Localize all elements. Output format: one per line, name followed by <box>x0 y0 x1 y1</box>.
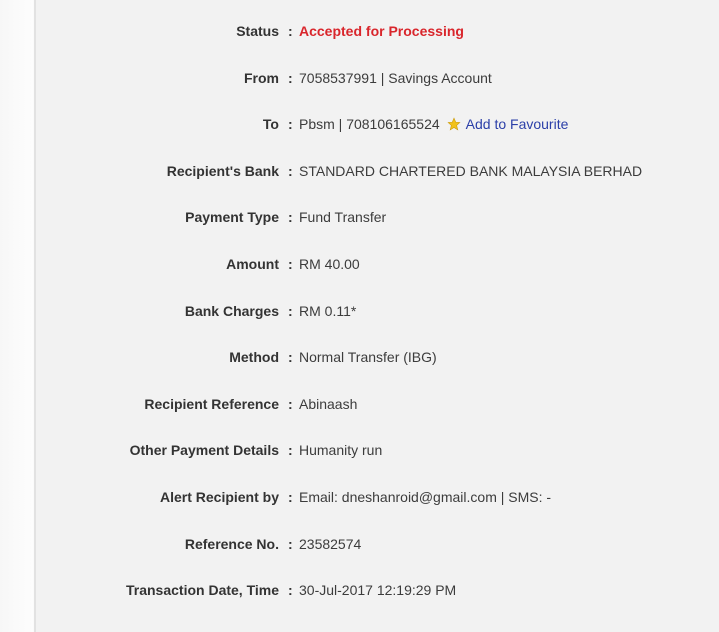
detail-row-other-payment-details: Other Payment Details : Humanity run <box>36 427 719 474</box>
separator: : <box>288 116 293 133</box>
transaction-datetime-label: Transaction Date, Time <box>125 582 279 599</box>
recipient-reference-label: Recipient Reference <box>144 395 279 412</box>
alert-recipient-value: Email: dneshanroid@gmail.com | SMS: - <box>299 488 552 505</box>
detail-row-recipient-bank: Recipient's Bank : STANDARD CHARTERED BA… <box>36 148 719 195</box>
from-value: 7058537991 | Savings Account <box>299 69 492 86</box>
detail-row-payment-type: Payment Type : Fund Transfer <box>36 194 719 241</box>
detail-row-bank-charges: Bank Charges : RM 0.11* <box>36 288 719 335</box>
alert-recipient-label: Alert Recipient by <box>159 488 279 505</box>
other-payment-details-value: Humanity run <box>299 442 383 459</box>
recipient-reference-value: Abinaash <box>299 395 358 412</box>
reference-no-value: 23582574 <box>299 535 362 552</box>
left-gutter <box>0 0 33 632</box>
method-label: Method <box>229 349 279 366</box>
recipient-bank-label: Recipient's Bank <box>166 162 279 179</box>
transaction-details-panel: Status : Accepted for Processing From : … <box>34 0 719 632</box>
method-value: Normal Transfer (IBG) <box>299 349 437 366</box>
separator: : <box>288 442 293 459</box>
recipient-bank-value: STANDARD CHARTERED BANK MALAYSIA BERHAD <box>299 162 643 179</box>
detail-row-transaction-datetime: Transaction Date, Time : 30-Jul-2017 12:… <box>36 567 719 614</box>
separator: : <box>288 488 293 505</box>
bank-charges-label: Bank Charges <box>184 302 279 319</box>
amount-value: RM 40.00 <box>299 255 360 272</box>
separator: : <box>288 302 293 319</box>
separator: : <box>288 395 293 412</box>
page: Status : Accepted for Processing From : … <box>0 0 719 632</box>
separator: : <box>288 162 293 179</box>
other-payment-details-label: Other Payment Details <box>129 442 279 459</box>
amount-label: Amount <box>226 255 279 272</box>
details-list: Status : Accepted for Processing From : … <box>36 8 719 614</box>
separator: : <box>288 209 293 226</box>
to-value-group: Pbsm | 708106165524 Add to Favourite <box>299 101 568 148</box>
separator: : <box>288 349 293 366</box>
detail-row-alert-recipient: Alert Recipient by : Email: dneshanroid@… <box>36 474 719 521</box>
transaction-datetime-value: 30-Jul-2017 12:19:29 PM <box>299 582 457 599</box>
detail-row-reference-no: Reference No. : 23582574 <box>36 521 719 568</box>
detail-row-from: From : 7058537991 | Savings Account <box>36 55 719 102</box>
detail-row-recipient-reference: Recipient Reference : Abinaash <box>36 381 719 428</box>
status-label: Status <box>236 23 279 39</box>
separator: : <box>288 23 293 39</box>
payment-type-value: Fund Transfer <box>299 209 387 226</box>
from-label: From <box>244 69 279 86</box>
bank-charges-value: RM 0.11* <box>299 302 357 319</box>
detail-row-status: Status : Accepted for Processing <box>36 8 719 55</box>
reference-no-label: Reference No. <box>184 535 279 552</box>
to-value: Pbsm | 708106165524 <box>299 116 440 133</box>
detail-row-to: To : Pbsm | 708106165524 Add to Favourit… <box>36 101 719 148</box>
separator: : <box>288 582 293 599</box>
separator: : <box>288 255 293 272</box>
star-icon[interactable] <box>446 103 461 131</box>
add-to-favourite-link[interactable]: Add to Favourite <box>466 116 569 132</box>
separator: : <box>288 69 293 86</box>
status-value: Accepted for Processing <box>299 23 464 39</box>
detail-row-amount: Amount : RM 40.00 <box>36 241 719 288</box>
payment-type-label: Payment Type <box>185 209 279 226</box>
to-label: To <box>262 116 279 133</box>
detail-row-method: Method : Normal Transfer (IBG) <box>36 334 719 381</box>
separator: : <box>288 535 293 552</box>
